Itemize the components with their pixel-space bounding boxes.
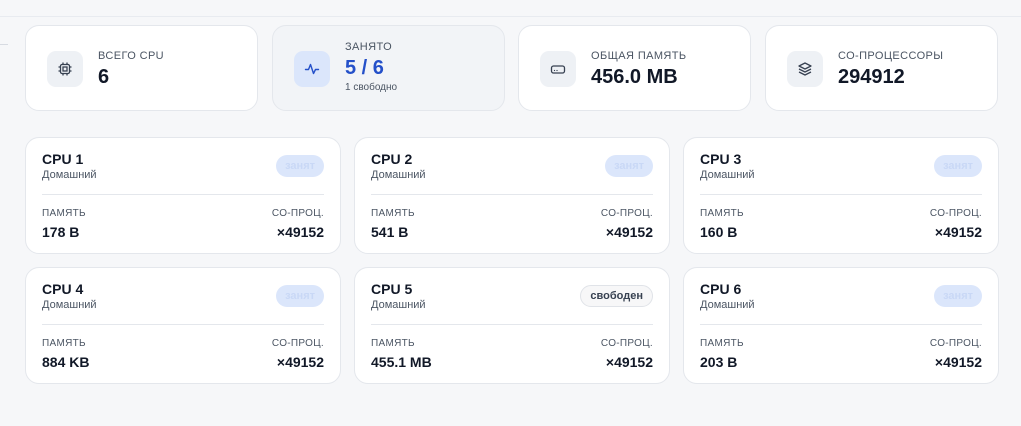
coproc-value: ×49152 <box>934 224 982 240</box>
stat-sub: 1 свободно <box>345 82 398 93</box>
cpu-name: CPU 3 <box>700 151 742 167</box>
cpu-type: Домашний <box>371 299 426 311</box>
memory-value: 178 B <box>42 224 80 240</box>
coproc-label: СО-ПРОЦ. <box>929 208 982 219</box>
coproc-label: СО-ПРОЦ. <box>929 338 982 349</box>
memory-label: ПАМЯТЬ <box>700 338 744 349</box>
stat-value: 6 <box>98 66 110 88</box>
coproc-value: ×49152 <box>276 354 324 370</box>
card-divider <box>371 194 653 195</box>
cpu-card[interactable]: CPU 5 Домашний свободен ПАМЯТЬ СО-ПРОЦ. … <box>354 267 670 384</box>
memory-value: 455.1 MB <box>371 354 432 370</box>
cpu-name: CPU 6 <box>700 281 742 297</box>
cpu-name: CPU 1 <box>42 151 84 167</box>
cpu-type: Домашний <box>42 299 97 311</box>
stat-label: СО-ПРОЦЕССОРЫ <box>838 50 944 62</box>
stat-coprocessors: СО-ПРОЦЕССОРЫ 294912 <box>765 25 998 111</box>
stat-label: ЗАНЯТО <box>345 41 393 53</box>
cpu-card[interactable]: CPU 1 Домашний занят ПАМЯТЬ СО-ПРОЦ. 178… <box>25 137 341 254</box>
memory-label: ПАМЯТЬ <box>42 208 86 219</box>
card-divider <box>42 194 324 195</box>
coproc-label: СО-ПРОЦ. <box>271 208 324 219</box>
memory-value: 160 B <box>700 224 738 240</box>
coproc-value: ×49152 <box>276 224 324 240</box>
status-badge: занят <box>605 155 653 177</box>
stat-value: 294912 <box>838 66 905 88</box>
hard-drive-icon <box>540 51 576 87</box>
memory-label: ПАМЯТЬ <box>371 338 415 349</box>
coproc-label: СО-ПРОЦ. <box>600 338 653 349</box>
memory-label: ПАМЯТЬ <box>371 208 415 219</box>
cpu-card[interactable]: CPU 2 Домашний занят ПАМЯТЬ СО-ПРОЦ. 541… <box>354 137 670 254</box>
activity-pulse-icon <box>294 51 330 87</box>
stat-value: 456.0 MB <box>591 66 678 88</box>
left-edge-divider <box>0 44 8 45</box>
coproc-label: СО-ПРОЦ. <box>600 208 653 219</box>
card-divider <box>371 324 653 325</box>
stat-total-cpu: ВСЕГО CPU 6 <box>25 25 258 111</box>
cpu-name: CPU 2 <box>371 151 413 167</box>
cpu-type: Домашний <box>42 169 97 181</box>
stats-row: ВСЕГО CPU 6 ЗАНЯТО 5 / 6 1 свободно ОБЩА… <box>25 25 999 113</box>
stat-label: ВСЕГО CPU <box>98 50 165 62</box>
top-divider <box>0 16 1021 17</box>
stat-busy: ЗАНЯТО 5 / 6 1 свободно <box>272 25 505 111</box>
status-badge: занят <box>276 155 324 177</box>
status-badge: занят <box>934 155 982 177</box>
cpu-type: Домашний <box>700 299 755 311</box>
stat-value: 5 / 6 <box>345 57 384 79</box>
card-divider <box>700 324 982 325</box>
cpu-card[interactable]: CPU 6 Домашний занят ПАМЯТЬ СО-ПРОЦ. 203… <box>683 267 999 384</box>
layers-icon <box>787 51 823 87</box>
memory-value: 884 KB <box>42 354 90 370</box>
cpu-name: CPU 5 <box>371 281 413 297</box>
memory-value: 541 B <box>371 224 409 240</box>
cpu-type: Домашний <box>371 169 426 181</box>
coproc-label: СО-ПРОЦ. <box>271 338 324 349</box>
stat-total-memory: ОБЩАЯ ПАМЯТЬ 456.0 MB <box>518 25 751 111</box>
coproc-value: ×49152 <box>605 224 653 240</box>
cpu-chip-icon <box>47 51 83 87</box>
status-badge: свободен <box>580 285 653 307</box>
card-divider <box>700 194 982 195</box>
cpu-card[interactable]: CPU 4 Домашний занят ПАМЯТЬ СО-ПРОЦ. 884… <box>25 267 341 384</box>
stat-label: ОБЩАЯ ПАМЯТЬ <box>591 50 687 62</box>
status-badge: занят <box>934 285 982 307</box>
memory-value: 203 B <box>700 354 738 370</box>
memory-label: ПАМЯТЬ <box>700 208 744 219</box>
coproc-value: ×49152 <box>934 354 982 370</box>
coproc-value: ×49152 <box>605 354 653 370</box>
status-badge: занят <box>276 285 324 307</box>
card-divider <box>42 324 324 325</box>
cpu-name: CPU 4 <box>42 281 84 297</box>
cpu-card[interactable]: CPU 3 Домашний занят ПАМЯТЬ СО-ПРОЦ. 160… <box>683 137 999 254</box>
cpu-type: Домашний <box>700 169 755 181</box>
memory-label: ПАМЯТЬ <box>42 338 86 349</box>
